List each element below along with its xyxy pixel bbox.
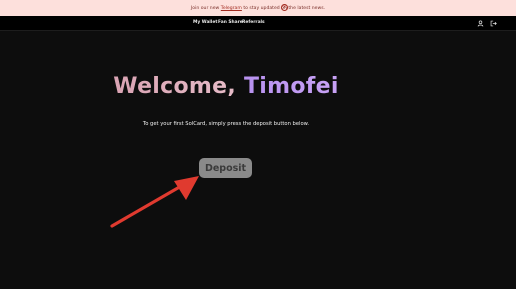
red-arrow-annotation bbox=[110, 176, 199, 228]
